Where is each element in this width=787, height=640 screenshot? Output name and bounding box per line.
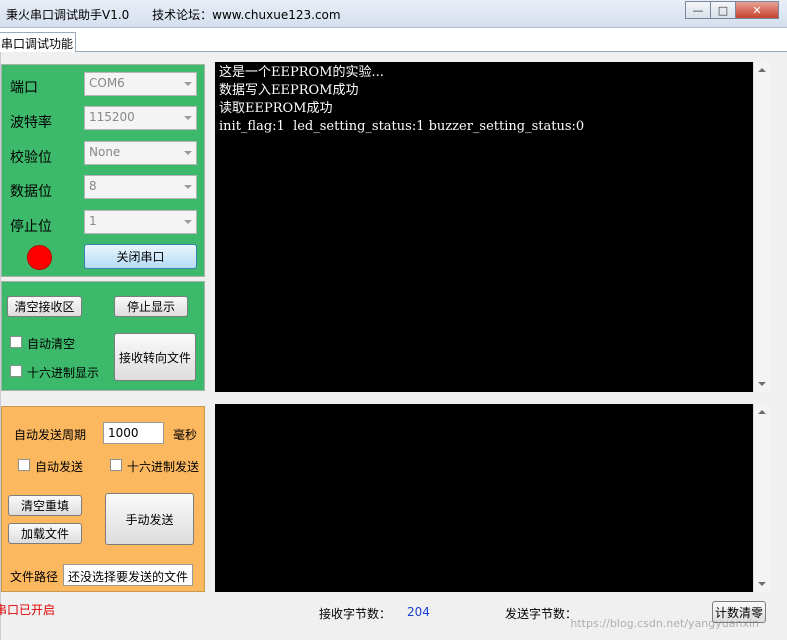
auto-send-checkbox[interactable] <box>18 459 30 471</box>
tab-strip: 串口调试功能 <box>0 28 787 53</box>
send-panel: 自动发送周期 1000 毫秒 自动发送 十六进制发送 清空重填 加载文件 手动发… <box>1 406 205 592</box>
hex-send-checkbox[interactable] <box>110 459 122 471</box>
window-controls: — □ ✕ <box>685 1 779 19</box>
parity-select-value: None <box>89 145 121 159</box>
rx-count-label: 接收字节数： <box>319 607 392 621</box>
period-unit-label: 毫秒 <box>173 428 198 442</box>
chevron-down-icon <box>184 116 192 120</box>
send-scrollbar[interactable] <box>753 404 770 592</box>
baud-select[interactable]: 115200 <box>84 106 197 130</box>
rx-count-value: 204 <box>407 605 430 619</box>
window-title: 秉火串口调试助手V1.0 技术论坛：www.chuxue123.com <box>6 8 341 22</box>
auto-send-label: 自动发送 <box>35 460 84 474</box>
databits-select-value: 8 <box>89 179 97 193</box>
chevron-down-icon <box>184 185 192 189</box>
hex-display-checkbox[interactable] <box>10 365 22 377</box>
port-status-led <box>27 245 52 270</box>
tab-serial-debug[interactable]: 串口调试功能 <box>0 32 76 53</box>
scroll-down-icon[interactable] <box>758 382 766 386</box>
scroll-up-icon[interactable] <box>758 68 766 72</box>
close-port-button[interactable]: 关闭串口 <box>84 244 197 269</box>
receive-console[interactable]: 这是一个EEPROM的实验... 数据写入EEPROM成功 读取EEPROM成功… <box>215 62 753 392</box>
receive-scrollbar[interactable] <box>753 62 770 392</box>
file-path-label: 文件路径 <box>10 570 59 584</box>
manual-send-button[interactable]: 手动发送 <box>105 493 194 545</box>
port-select-value: COM6 <box>89 76 125 90</box>
title-bar: 秉火串口调试助手V1.0 技术论坛：www.chuxue123.com — □ … <box>0 0 787 28</box>
databits-select[interactable]: 8 <box>84 175 197 199</box>
console-line: init_flag:1 led_setting_status:1 buzzer_… <box>219 119 585 134</box>
redirect-to-file-button[interactable]: 接收转向文件 <box>114 333 196 381</box>
file-path-field[interactable]: 还没选择要发送的文件 <box>63 564 193 586</box>
baud-label: 波特率 <box>10 115 52 131</box>
auto-send-period-label: 自动发送周期 <box>14 428 87 442</box>
port-settings-panel: 端口 COM6 波特率 115200 校验位 None 数据位 8 停止位 1 … <box>1 64 205 277</box>
tx-count-label: 发送字节数： <box>505 607 578 621</box>
console-line: 读取EEPROM成功 <box>219 101 333 116</box>
stop-display-button[interactable]: 停止显示 <box>114 296 188 317</box>
chevron-down-icon <box>184 82 192 86</box>
scroll-down-icon[interactable] <box>758 582 766 586</box>
stopbits-label: 停止位 <box>10 219 52 235</box>
clear-refill-button[interactable]: 清空重填 <box>8 495 82 516</box>
chevron-down-icon <box>184 151 192 155</box>
console-line: 数据写入EEPROM成功 <box>219 83 359 98</box>
parity-label: 校验位 <box>10 150 52 166</box>
console-line: 这是一个EEPROM的实验... <box>219 65 384 80</box>
clear-receive-button[interactable]: 清空接收区 <box>7 296 82 317</box>
auto-clear-checkbox[interactable] <box>10 336 22 348</box>
load-file-button[interactable]: 加载文件 <box>8 523 82 544</box>
hex-send-label: 十六进制发送 <box>127 460 200 474</box>
stopbits-select[interactable]: 1 <box>84 210 197 234</box>
port-select[interactable]: COM6 <box>84 72 197 96</box>
send-input-area[interactable] <box>215 404 753 592</box>
stopbits-select-value: 1 <box>89 214 97 228</box>
minimize-icon[interactable]: — <box>685 1 711 19</box>
chevron-down-icon <box>184 220 192 224</box>
auto-send-period-input[interactable]: 1000 <box>103 422 164 444</box>
auto-clear-label: 自动清空 <box>27 337 76 351</box>
scroll-up-icon[interactable] <box>758 410 766 414</box>
hex-display-label: 十六进制显示 <box>27 366 100 380</box>
receive-options-panel: 清空接收区 停止显示 自动清空 十六进制显示 接收转向文件 <box>1 281 205 391</box>
close-icon[interactable]: ✕ <box>735 1 779 19</box>
databits-label: 数据位 <box>10 184 52 200</box>
watermark: https://blog.csdn.net/yangyuanxin <box>570 617 759 630</box>
baud-select-value: 115200 <box>89 110 135 124</box>
maximize-icon[interactable]: □ <box>710 1 736 19</box>
main-area: 端口 COM6 波特率 115200 校验位 None 数据位 8 停止位 1 … <box>0 52 787 640</box>
port-label: 端口 <box>10 80 38 96</box>
parity-select[interactable]: None <box>84 141 197 165</box>
port-status-text: 串口已开启 <box>0 603 56 617</box>
